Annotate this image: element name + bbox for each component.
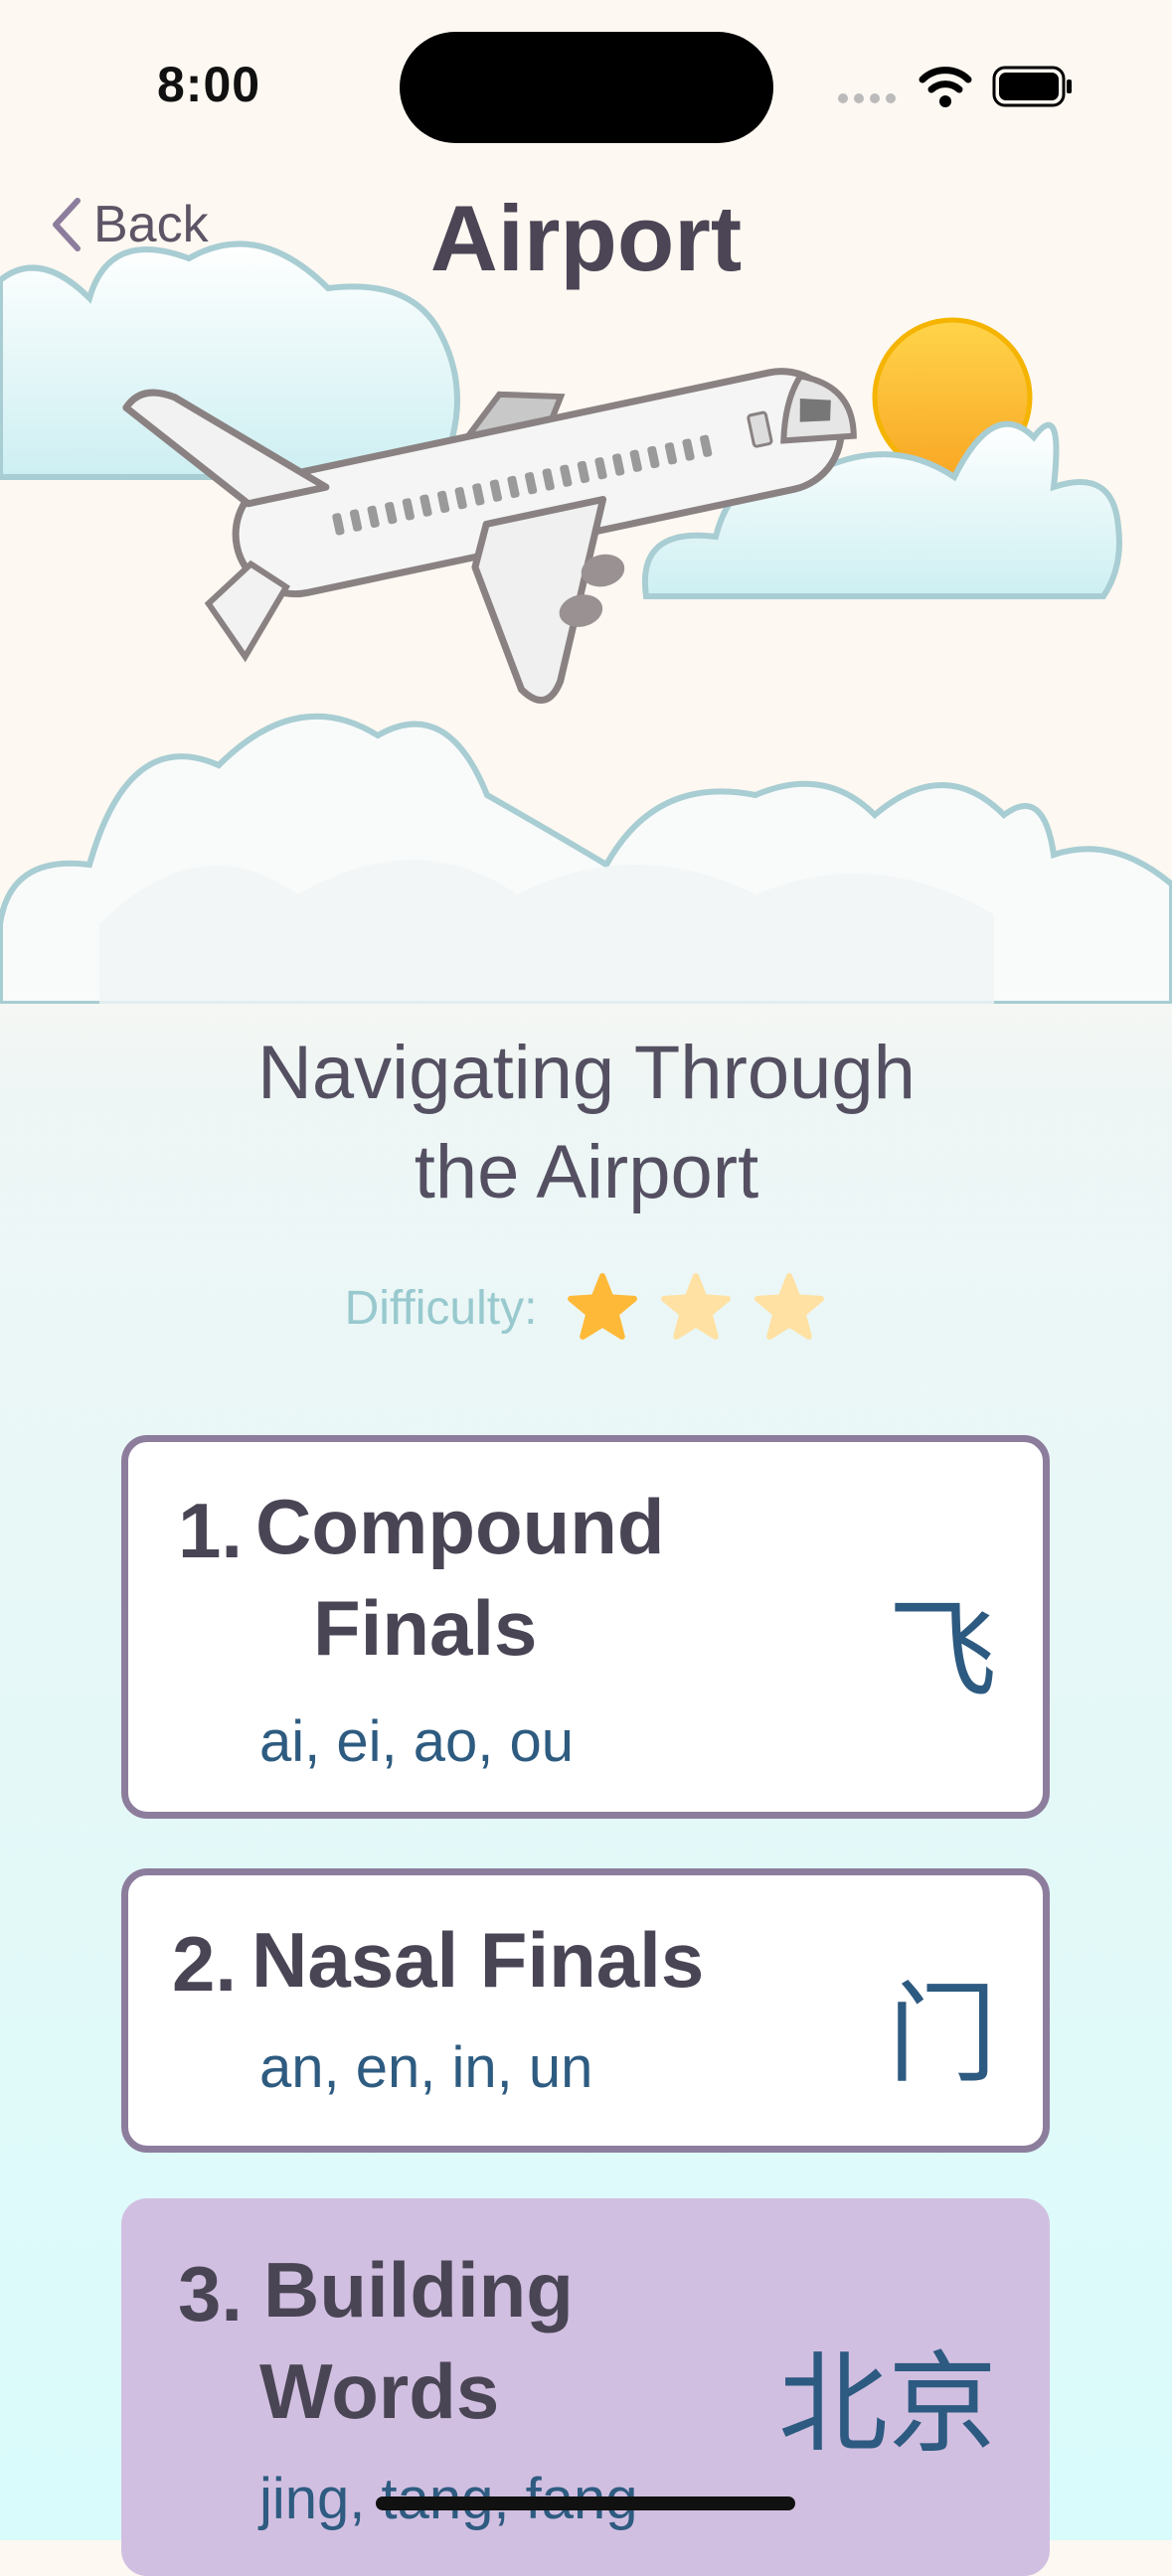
- signal-icon: [838, 93, 896, 103]
- star-icon: [661, 1273, 732, 1340]
- wifi-icon: [919, 67, 972, 107]
- card-hanzi: 门: [888, 1971, 997, 2098]
- home-indicator[interactable]: [376, 2496, 795, 2510]
- difficulty-rating: Difficulty:: [0, 1270, 1172, 1346]
- card-number: 3.: [178, 2250, 244, 2337]
- card-title-line-2: Finals: [313, 1584, 538, 1672]
- card-hanzi: 飞: [888, 1587, 997, 1714]
- difficulty-label: Difficulty:: [344, 1281, 538, 1335]
- card-title-line-1: Compound: [255, 1483, 665, 1570]
- star-icon: [754, 1273, 825, 1340]
- lesson-card-compound-finals[interactable]: 1. Compound Finals ai, ei, ao, ou 飞: [121, 1435, 1050, 1819]
- card-number: 2.: [172, 1920, 238, 2008]
- dynamic-island: [400, 32, 773, 143]
- cloud-icon: [0, 713, 1172, 1004]
- lesson-subtitle: Navigating Through the Airport: [119, 1024, 1054, 1222]
- lesson-card-nasal-finals[interactable]: 2. Nasal Finals an, en, in, un 门: [121, 1868, 1050, 2153]
- card-hanzi: 北京: [778, 2340, 997, 2468]
- card-sounds: ai, ei, ao, ou: [259, 1709, 574, 1774]
- card-title-line-1: Nasal Finals: [251, 1916, 705, 2004]
- card-title-line-1: Building: [263, 2246, 574, 2334]
- lesson-card-building-words[interactable]: 3. Building Words jing, tang, fang 北京: [121, 2198, 1050, 2576]
- star-icon: [568, 1273, 638, 1340]
- subtitle-line-1: Navigating Through: [257, 1031, 916, 1115]
- airport-illustration: [0, 241, 1172, 1004]
- subtitle-line-2: the Airport: [414, 1130, 759, 1214]
- status-time: 8:00: [157, 57, 261, 112]
- card-number: 1.: [178, 1487, 244, 1574]
- battery-icon: [992, 66, 1072, 107]
- card-title-line-2: Words: [259, 2347, 500, 2435]
- card-sounds: an, en, in, un: [259, 2035, 593, 2100]
